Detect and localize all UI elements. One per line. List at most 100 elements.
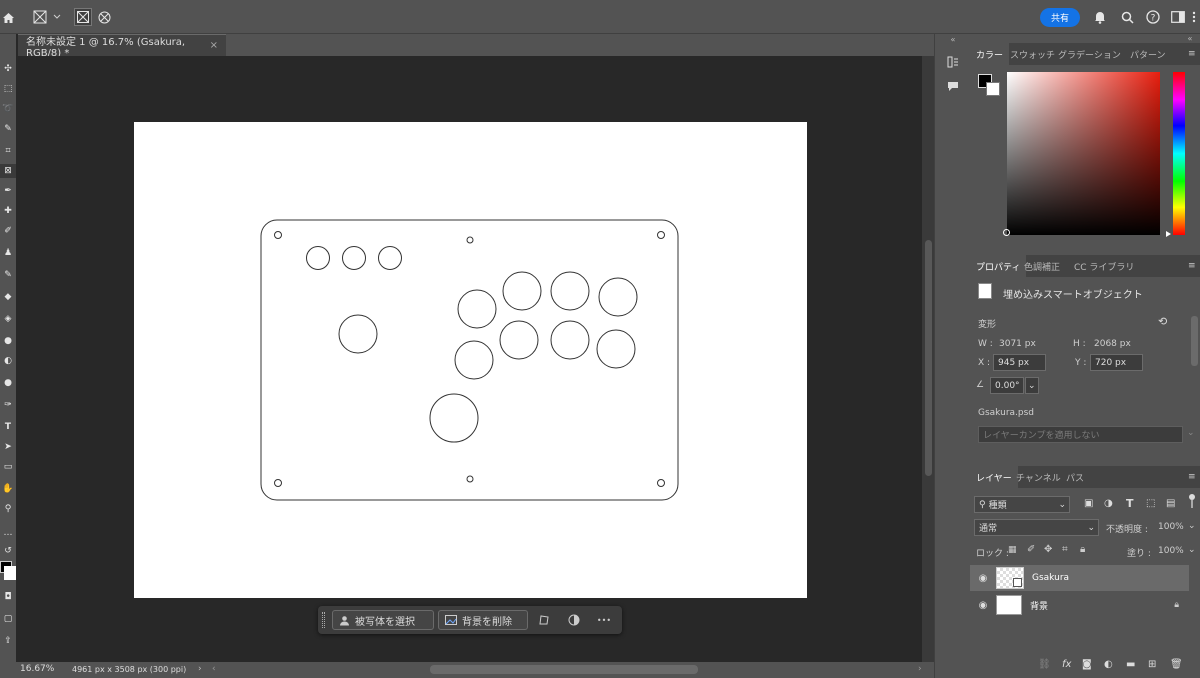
comments-panel-icon[interactable] bbox=[945, 78, 961, 94]
frame-tool-preset-icon[interactable] bbox=[30, 9, 62, 25]
share-button[interactable]: 共有 bbox=[1040, 8, 1080, 27]
swap-colors-icon[interactable]: ↺ bbox=[0, 544, 16, 558]
pen-tool-icon[interactable]: ● bbox=[0, 376, 16, 390]
ellipse-frame-icon[interactable] bbox=[96, 9, 112, 25]
zoom-tool-icon[interactable]: ⚲ bbox=[0, 502, 16, 516]
document-canvas[interactable] bbox=[134, 122, 807, 598]
layer-filter-select[interactable]: ⚲ 種類 ⌄ bbox=[974, 496, 1070, 513]
dodge-tool-icon[interactable]: ◐ bbox=[0, 354, 16, 368]
scroll-right-icon[interactable]: › bbox=[918, 664, 922, 674]
drag-handle[interactable] bbox=[322, 612, 325, 628]
layer-lock-icon[interactable]: 🔒︎ bbox=[1174, 600, 1179, 610]
tab-channels[interactable]: チャンネル bbox=[1010, 466, 1067, 488]
height-value[interactable]: 2068 px bbox=[1094, 339, 1131, 349]
width-value[interactable]: 3071 px bbox=[999, 339, 1036, 349]
more-icon[interactable] bbox=[1188, 9, 1200, 25]
history-brush-tool-icon[interactable]: ✎ bbox=[0, 268, 16, 282]
workspace-icon[interactable] bbox=[1170, 9, 1186, 25]
bell-icon[interactable] bbox=[1092, 9, 1108, 25]
visibility-eye-icon[interactable]: ◉ bbox=[970, 573, 996, 584]
layer-comp-select[interactable]: レイヤーカンプを適用しない bbox=[978, 426, 1183, 443]
color-picker-handle[interactable] bbox=[1003, 229, 1010, 236]
fill-chevron-icon[interactable]: ⌄ bbox=[1188, 545, 1196, 555]
layer-comp-chevron-icon[interactable]: ⌄ bbox=[1187, 428, 1195, 438]
home-icon[interactable] bbox=[0, 9, 16, 25]
smart-object-filter-icon[interactable]: ▤ bbox=[1166, 498, 1175, 509]
close-tab-icon[interactable]: × bbox=[210, 40, 218, 51]
transform-icon[interactable] bbox=[536, 612, 552, 628]
background-color-swatch[interactable] bbox=[986, 82, 1000, 96]
lock-position-icon[interactable]: ✥ bbox=[1044, 544, 1052, 555]
color-field[interactable] bbox=[1007, 72, 1160, 235]
pixel-filter-icon[interactable]: ▣ bbox=[1084, 498, 1093, 509]
hand-tool-icon[interactable]: ✋ bbox=[0, 482, 16, 496]
lock-artboard-icon[interactable]: ⌗ bbox=[1062, 544, 1068, 555]
filter-toggle[interactable] bbox=[1188, 494, 1196, 510]
horizontal-scroll-thumb[interactable] bbox=[430, 665, 698, 674]
new-group-icon[interactable]: ▬ bbox=[1126, 659, 1135, 670]
document-tab[interactable]: 名称未設定 1 @ 16.7% (Gsakura, RGB/8) * × bbox=[18, 34, 226, 59]
lock-image-icon[interactable]: ✐ bbox=[1027, 544, 1035, 555]
scroll-left-icon[interactable]: ‹ bbox=[212, 664, 216, 674]
layer-name[interactable]: Gsakura bbox=[1032, 573, 1069, 583]
search-icon[interactable] bbox=[1119, 9, 1135, 25]
tab-adjustments[interactable]: 色調補正 bbox=[1018, 255, 1066, 277]
tab-cc-libraries[interactable]: CC ライブラリ bbox=[1068, 255, 1140, 277]
add-mask-icon[interactable]: ◙ bbox=[1082, 659, 1092, 670]
properties-scroll-thumb[interactable] bbox=[1191, 316, 1198, 366]
gradient-tool-icon[interactable]: ◈ bbox=[0, 312, 16, 326]
layer-row-background[interactable]: ◉ 背景 🔒︎ bbox=[970, 592, 1189, 618]
opacity-chevron-icon[interactable]: ⌄ bbox=[1188, 521, 1196, 531]
eraser-tool-icon[interactable]: ◆ bbox=[0, 290, 16, 304]
marquee-tool-icon[interactable]: ⬚ bbox=[0, 82, 16, 96]
more-tools-icon[interactable]: … bbox=[0, 526, 16, 540]
reset-transform-icon[interactable]: ⟲ bbox=[1158, 315, 1167, 328]
layer-row-gsakura[interactable]: ◉ Gsakura bbox=[970, 565, 1189, 591]
fx-icon[interactable]: fx bbox=[1062, 659, 1071, 670]
lasso-tool-icon[interactable]: ➰ bbox=[0, 102, 16, 116]
frame-tool-icon[interactable]: ⊠ bbox=[0, 164, 16, 178]
eyedropper-tool-icon[interactable]: ✒ bbox=[0, 184, 16, 198]
help-icon[interactable]: ? bbox=[1145, 9, 1161, 25]
vertical-scroll-thumb[interactable] bbox=[925, 240, 932, 476]
share-tool-icon[interactable]: ⇪ bbox=[0, 634, 16, 648]
type-filter-icon[interactable]: T bbox=[1126, 497, 1134, 510]
adjustment-filter-icon[interactable]: ◑ bbox=[1104, 498, 1113, 509]
shape-filter-icon[interactable]: ⬚ bbox=[1146, 498, 1155, 509]
collapse-dock-icon[interactable]: « bbox=[939, 34, 967, 44]
pen-path-tool-icon[interactable]: ✑ bbox=[0, 398, 16, 412]
lock-transparent-icon[interactable]: ▦ bbox=[1008, 545, 1017, 555]
rectangle-tool-icon[interactable]: ▭ bbox=[0, 460, 16, 474]
select-subject-button[interactable]: 被写体を選択 bbox=[332, 610, 434, 630]
remove-background-button[interactable]: 背景を削除 bbox=[438, 610, 528, 630]
layer-name[interactable]: 背景 bbox=[1030, 599, 1048, 612]
angle-input[interactable]: 0.00° bbox=[990, 377, 1024, 394]
opacity-value[interactable]: 100% bbox=[1158, 522, 1184, 532]
fill-value[interactable]: 100% bbox=[1158, 546, 1184, 556]
background-swatch[interactable] bbox=[4, 566, 16, 580]
status-menu-chevron-icon[interactable]: › bbox=[198, 664, 202, 674]
quick-select-tool-icon[interactable]: ✎ bbox=[0, 122, 16, 136]
delete-layer-icon[interactable]: 🗑︎ bbox=[1170, 659, 1183, 670]
history-panel-icon[interactable] bbox=[945, 54, 961, 70]
panel-menu-icon[interactable]: ≡ bbox=[1182, 43, 1200, 65]
new-layer-icon[interactable]: ⊞ bbox=[1148, 659, 1156, 670]
angle-dropdown-chevron-icon[interactable]: ⌄ bbox=[1025, 377, 1039, 394]
visibility-eye-icon[interactable]: ◉ bbox=[970, 600, 996, 611]
panel-menu-icon[interactable]: ≡ bbox=[1182, 255, 1200, 277]
tab-gradients[interactable]: グラデーション bbox=[1052, 43, 1127, 65]
move-tool-icon[interactable]: ✣ bbox=[0, 62, 16, 76]
crop-tool-icon[interactable]: ⌗ bbox=[0, 144, 16, 158]
tab-patterns[interactable]: パターン bbox=[1124, 43, 1172, 65]
lock-all-icon[interactable]: 🔒︎ bbox=[1080, 544, 1085, 555]
tab-paths[interactable]: パス bbox=[1060, 466, 1090, 488]
adjustment-icon[interactable] bbox=[566, 612, 582, 628]
adjustment-layer-icon[interactable]: ◐ bbox=[1104, 659, 1113, 670]
stamp-tool-icon[interactable]: ♟ bbox=[0, 246, 16, 260]
blend-mode-select[interactable]: 通常 ⌄ bbox=[974, 519, 1099, 536]
y-input[interactable]: 720 px bbox=[1090, 354, 1143, 371]
path-select-tool-icon[interactable]: ➤ bbox=[0, 440, 16, 454]
brush-tool-icon[interactable]: ✐ bbox=[0, 224, 16, 238]
link-layers-icon[interactable]: ⛓ bbox=[1038, 659, 1051, 670]
quick-mask-icon[interactable]: ◘ bbox=[0, 590, 16, 604]
